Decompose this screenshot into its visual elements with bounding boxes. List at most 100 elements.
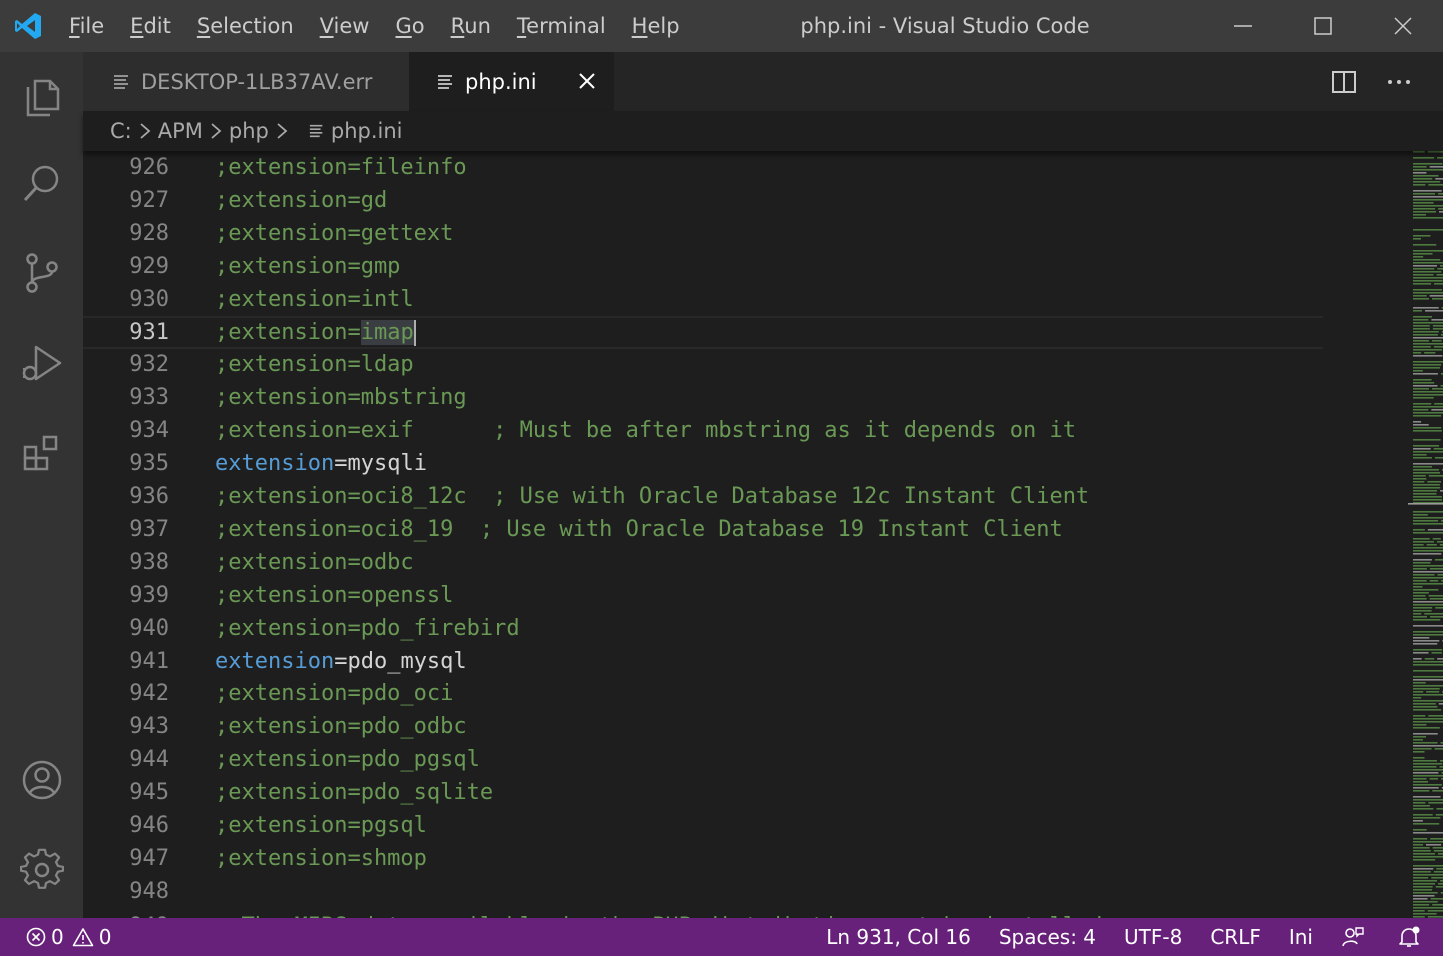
code-line[interactable]: 949 ; The MIBS data available in the PHP … [83,910,1323,918]
code-line[interactable]: 934 ;extension=exif ; Must be after mbstr… [83,414,1323,447]
minimap-stroke [1413,352,1422,354]
code-line[interactable]: 948 [83,875,1323,908]
minimap-stroke [1413,670,1443,672]
code-line[interactable]: 939 ;extension=openssl [83,579,1323,612]
minimap-stroke [1413,295,1427,297]
minimap-stroke [1434,748,1443,750]
vscode-logo-icon [0,0,56,52]
menu-run[interactable]: Run [438,0,504,52]
code-line[interactable]: 932 ;extension=ldap [83,348,1323,381]
line-text: extension=pdo_mysql [215,645,467,678]
feedback-button[interactable] [1327,918,1383,956]
minimap-stroke [1413,784,1442,786]
menu-edit[interactable]: Edit [117,0,184,52]
menu-mnemonic: T [516,14,527,38]
code-line[interactable]: 947 ;extension=shmop [83,842,1323,875]
selected-text: imap [360,319,414,345]
minimap-stroke [1413,889,1433,891]
source-control-button[interactable] [0,228,83,318]
minimap-stroke [1432,847,1443,849]
minimap[interactable] [1408,151,1443,918]
minimap-stroke [1413,340,1429,342]
minimap-stroke [1413,325,1430,327]
minimap-stroke [1413,523,1443,525]
code-line[interactable]: 940 ;extension=pdo_firebird [83,612,1323,645]
code-editor[interactable]: 926 ;extension=fileinfo 927 ;extension=gd 92… [83,151,1443,918]
manage-button[interactable] [0,825,83,915]
minimap-stroke [1413,367,1441,369]
cursor-position[interactable]: Ln 931, Col 16 [812,918,985,956]
encoding-setting[interactable]: UTF-8 [1110,918,1196,956]
minimap-stroke [1413,886,1433,888]
window-title: php.ini - Visual Studio Code [800,14,1090,38]
maximize-button[interactable] [1283,0,1363,52]
indentation-setting[interactable]: Spaces: 4 [985,918,1110,956]
minimap-stroke [1432,904,1443,906]
extensions-button[interactable] [0,408,83,498]
code-line[interactable]: 929 ;extension=gmp [83,250,1323,283]
minimap-stroke [1413,370,1423,372]
minimap-stroke [1413,166,1427,168]
minimap-stroke [1413,529,1425,531]
split-editor-icon [1331,70,1356,93]
minimize-button[interactable] [1203,0,1283,52]
minimap-stroke [1413,913,1437,915]
code-line[interactable]: 928 ;extension=gettext [83,217,1323,250]
menu-help[interactable]: Help [619,0,693,52]
tab-php-ini[interactable]: php.ini [409,52,614,111]
accounts-button[interactable] [0,735,83,825]
line-number: 944 [129,747,169,773]
close-tab-button[interactable] [577,71,597,96]
code-line[interactable]: 944 ;extension=pdo_pgsql [83,743,1323,776]
minimap-stroke [1413,469,1439,471]
minimap-stroke [1413,871,1431,873]
code-line[interactable]: 936 ;extension=oci8_12c ; Use with Oracle… [83,480,1323,513]
line-ending-setting[interactable]: CRLF [1196,918,1275,956]
run-debug-button[interactable] [0,318,83,408]
code-line[interactable]: 943 ;extension=pdo_odbc [83,710,1323,743]
breadcrumb-file[interactable]: php.ini [331,119,403,143]
minimap-stroke [1413,808,1434,810]
minimap-stroke [1413,427,1442,429]
menu-view[interactable]: View [307,0,383,52]
minimap-stroke [1431,652,1442,654]
minimap-stroke [1436,274,1443,276]
line-text: ;extension=odbc [215,549,414,575]
notifications-button[interactable] [1383,918,1443,956]
breadcrumb-drive[interactable]: C: [110,119,132,143]
code-line[interactable]: 927 ;extension=gd [83,184,1323,217]
code-line[interactable]: 946 ;extension=pgsql [83,809,1323,842]
code-line[interactable]: 945 ;extension=pdo_sqlite [83,776,1323,809]
problems-indicator[interactable]: 0 0 [0,925,111,949]
menu-bar: File Edit Selection View Go Run Terminal Help [56,0,693,52]
breadcrumb-folder-apm[interactable]: APM [158,119,203,143]
minimap-stroke [1413,685,1443,687]
code-line[interactable]: 935 extension=mysqli [83,447,1323,480]
menu-selection[interactable]: Selection [184,0,307,52]
more-actions-button[interactable] [1371,52,1426,111]
explorer-button[interactable] [0,52,83,142]
breadcrumb-folder-php[interactable]: php [229,119,269,143]
code-line[interactable]: 933 ;extension=mbstring [83,381,1323,414]
menu-terminal[interactable]: Terminal [504,0,619,52]
code-line-current[interactable]: 931 ;extension=imap [83,315,1323,349]
minimap-stroke [1413,196,1443,198]
minimap-stroke [1413,328,1430,330]
search-button[interactable] [0,138,83,228]
menu-go[interactable]: Go [382,0,437,52]
split-editor-button[interactable] [1316,52,1371,111]
minimap-stroke [1429,295,1443,297]
tab-desktop-err[interactable]: DESKTOP-1LB37AV.err [83,52,409,111]
code-line[interactable]: 938 ;extension=odbc [83,546,1323,579]
minimap-stroke [1413,823,1440,825]
code-line[interactable]: 930 ;extension=intl [83,283,1323,316]
code-line[interactable]: 926 ;extension=fileinfo [83,151,1323,184]
code-line[interactable]: 937 ;extension=oci8_19 ; Use with Oracle … [83,513,1323,546]
menu-file[interactable]: File [56,0,117,52]
close-window-button[interactable] [1363,0,1443,52]
language-mode[interactable]: Ini [1275,918,1327,956]
code-line[interactable]: 941 extension=pdo_mysql [83,645,1323,678]
menu-mnemonic: F [69,14,80,38]
code-line[interactable]: 942 ;extension=pdo_oci [83,677,1323,710]
bell-icon [1399,926,1420,947]
